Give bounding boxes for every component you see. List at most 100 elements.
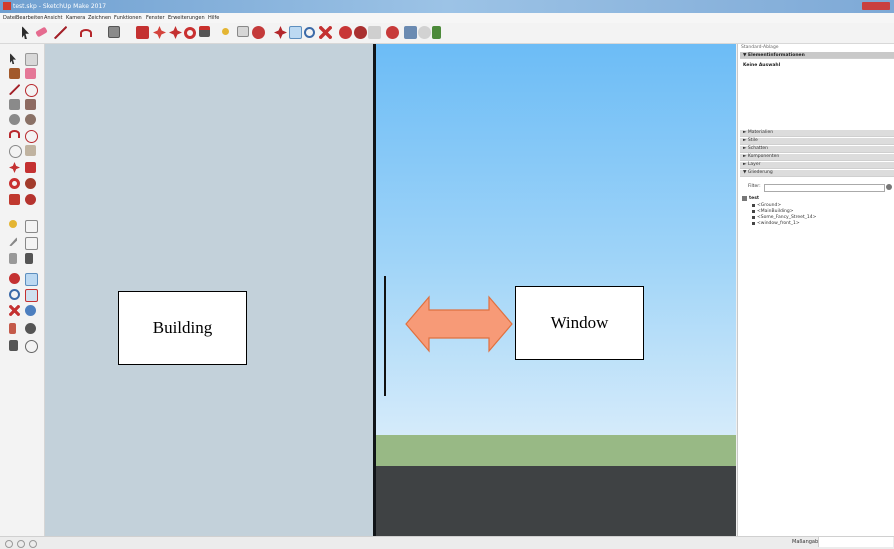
zoom-icon[interactable] xyxy=(304,27,315,38)
zoom-extents-icon[interactable] xyxy=(319,26,332,39)
tape-measure-icon[interactable] xyxy=(199,26,210,37)
walk-icon[interactable] xyxy=(9,340,18,351)
tape-measure-icon[interactable] xyxy=(9,220,17,228)
protractor-icon[interactable] xyxy=(9,237,17,246)
dimension-icon[interactable] xyxy=(25,220,38,233)
offset-icon[interactable] xyxy=(184,27,196,39)
zoom-window-icon[interactable] xyxy=(25,289,38,302)
line-icon[interactable] xyxy=(9,84,20,95)
building-label: Building xyxy=(118,291,247,365)
window-edge-line xyxy=(384,276,386,396)
help-icon[interactable] xyxy=(29,540,37,548)
pan-icon[interactable] xyxy=(274,26,287,39)
layers-label: ► Layer xyxy=(743,162,761,167)
sketchup-ruby-icon[interactable] xyxy=(432,26,441,39)
push-pull-icon[interactable] xyxy=(25,162,36,173)
offset-icon[interactable] xyxy=(25,194,36,205)
menu-fenster[interactable]: Fenster xyxy=(146,13,165,23)
select-icon[interactable] xyxy=(22,26,29,39)
sketchup-app-icon xyxy=(3,2,11,10)
push-pull-icon[interactable] xyxy=(136,26,149,39)
two-point-arc-icon[interactable] xyxy=(25,130,38,143)
no-selection-text: Keine Auswahl xyxy=(743,63,781,68)
tray-title: Standard-Ablage xyxy=(741,45,779,50)
measurements-input[interactable] xyxy=(818,537,893,547)
menu-zeichnen[interactable]: Zeichnen xyxy=(88,13,111,23)
shadows-label: ► Schatten xyxy=(743,146,768,151)
styles-section[interactable] xyxy=(740,138,894,145)
zoom-icon[interactable] xyxy=(9,289,20,300)
arc-icon[interactable] xyxy=(9,130,20,138)
xray-icon[interactable] xyxy=(354,26,367,39)
rectangle-icon[interactable] xyxy=(108,26,120,38)
eraser-icon[interactable] xyxy=(25,68,36,79)
geo-location-icon[interactable] xyxy=(5,540,13,548)
paint-bucket-icon[interactable] xyxy=(237,26,249,37)
outliner-label: ▼ Gliederung xyxy=(743,170,773,175)
group-icon xyxy=(752,204,755,207)
text-icon[interactable] xyxy=(222,28,229,35)
select-icon[interactable] xyxy=(10,53,16,64)
look-around-icon[interactable] xyxy=(25,323,36,334)
make-component-icon[interactable] xyxy=(25,53,38,66)
menu-erweiterungen[interactable]: Erweiterungen xyxy=(168,13,205,23)
pie-icon[interactable] xyxy=(9,145,22,158)
orbit-icon[interactable] xyxy=(252,26,265,39)
sky-background xyxy=(374,44,736,435)
credits-icon[interactable] xyxy=(17,540,25,548)
layers-section[interactable] xyxy=(740,162,894,169)
outliner-root[interactable]: test xyxy=(749,195,759,202)
rotate-icon[interactable] xyxy=(169,26,182,39)
group-icon xyxy=(752,222,755,225)
window-controls[interactable] xyxy=(862,2,890,10)
zoom-window-icon[interactable] xyxy=(289,26,302,39)
follow-me-icon[interactable] xyxy=(25,178,36,189)
outliner-options-icon[interactable] xyxy=(886,184,892,190)
window-label: Window xyxy=(515,286,644,360)
move-icon[interactable] xyxy=(153,26,166,39)
rectangle-icon[interactable] xyxy=(9,99,20,110)
menu-bearbeiten[interactable]: Bearbeiten xyxy=(16,13,43,23)
three-point-arc-icon[interactable] xyxy=(25,145,36,156)
filter-input[interactable] xyxy=(764,184,885,192)
previous-view-icon[interactable] xyxy=(25,305,36,316)
filter-label: Filter: xyxy=(748,184,761,189)
pan-icon[interactable] xyxy=(25,273,38,286)
scale-icon[interactable] xyxy=(9,194,20,205)
main-toolbar xyxy=(0,23,894,44)
section-plane-icon[interactable] xyxy=(339,26,352,39)
display-mode-icon[interactable] xyxy=(368,26,381,39)
components-icon[interactable] xyxy=(404,26,417,39)
freehand-icon[interactable] xyxy=(25,84,38,97)
zoom-extents-icon[interactable] xyxy=(9,305,20,316)
warehouse-icon[interactable] xyxy=(386,26,399,39)
rotated-rectangle-icon[interactable] xyxy=(25,99,36,110)
text-icon[interactable] xyxy=(25,237,38,250)
outliner-item-window[interactable]: <window_front_1> xyxy=(757,220,800,227)
menu-datei[interactable]: Datei xyxy=(3,13,16,23)
position-camera-icon[interactable] xyxy=(9,323,16,334)
arc-icon[interactable] xyxy=(80,29,92,37)
section-plane-icon[interactable] xyxy=(25,340,38,353)
menu-kamera[interactable]: Kamera xyxy=(66,13,85,23)
components-label: ► Komponenten xyxy=(743,154,780,159)
move-icon[interactable] xyxy=(9,162,20,173)
menu-ansicht[interactable]: Ansicht xyxy=(44,13,62,23)
menu-funktionen[interactable]: Funktionen xyxy=(114,13,142,23)
orbit-icon[interactable] xyxy=(9,273,20,284)
window-title: test.skp - SketchUp Make 2017 xyxy=(13,3,107,10)
paint-bucket-icon[interactable] xyxy=(9,68,20,79)
polygon-icon[interactable] xyxy=(25,114,36,125)
extensions-icon[interactable] xyxy=(418,26,431,39)
styles-label: ► Stile xyxy=(743,138,758,143)
3d-text-icon[interactable] xyxy=(25,253,33,264)
circle-icon[interactable] xyxy=(9,114,20,125)
eraser-icon[interactable] xyxy=(35,26,48,38)
line-icon[interactable] xyxy=(54,26,67,39)
default-tray: Standard-Ablage ▼ Elementinformationen K… xyxy=(737,44,894,536)
menu-hilfe[interactable]: Hilfe xyxy=(208,13,219,23)
axes-icon[interactable] xyxy=(9,253,17,264)
rotate-icon[interactable] xyxy=(9,178,20,189)
left-toolbar xyxy=(0,44,45,536)
building-facade[interactable] xyxy=(45,44,374,536)
